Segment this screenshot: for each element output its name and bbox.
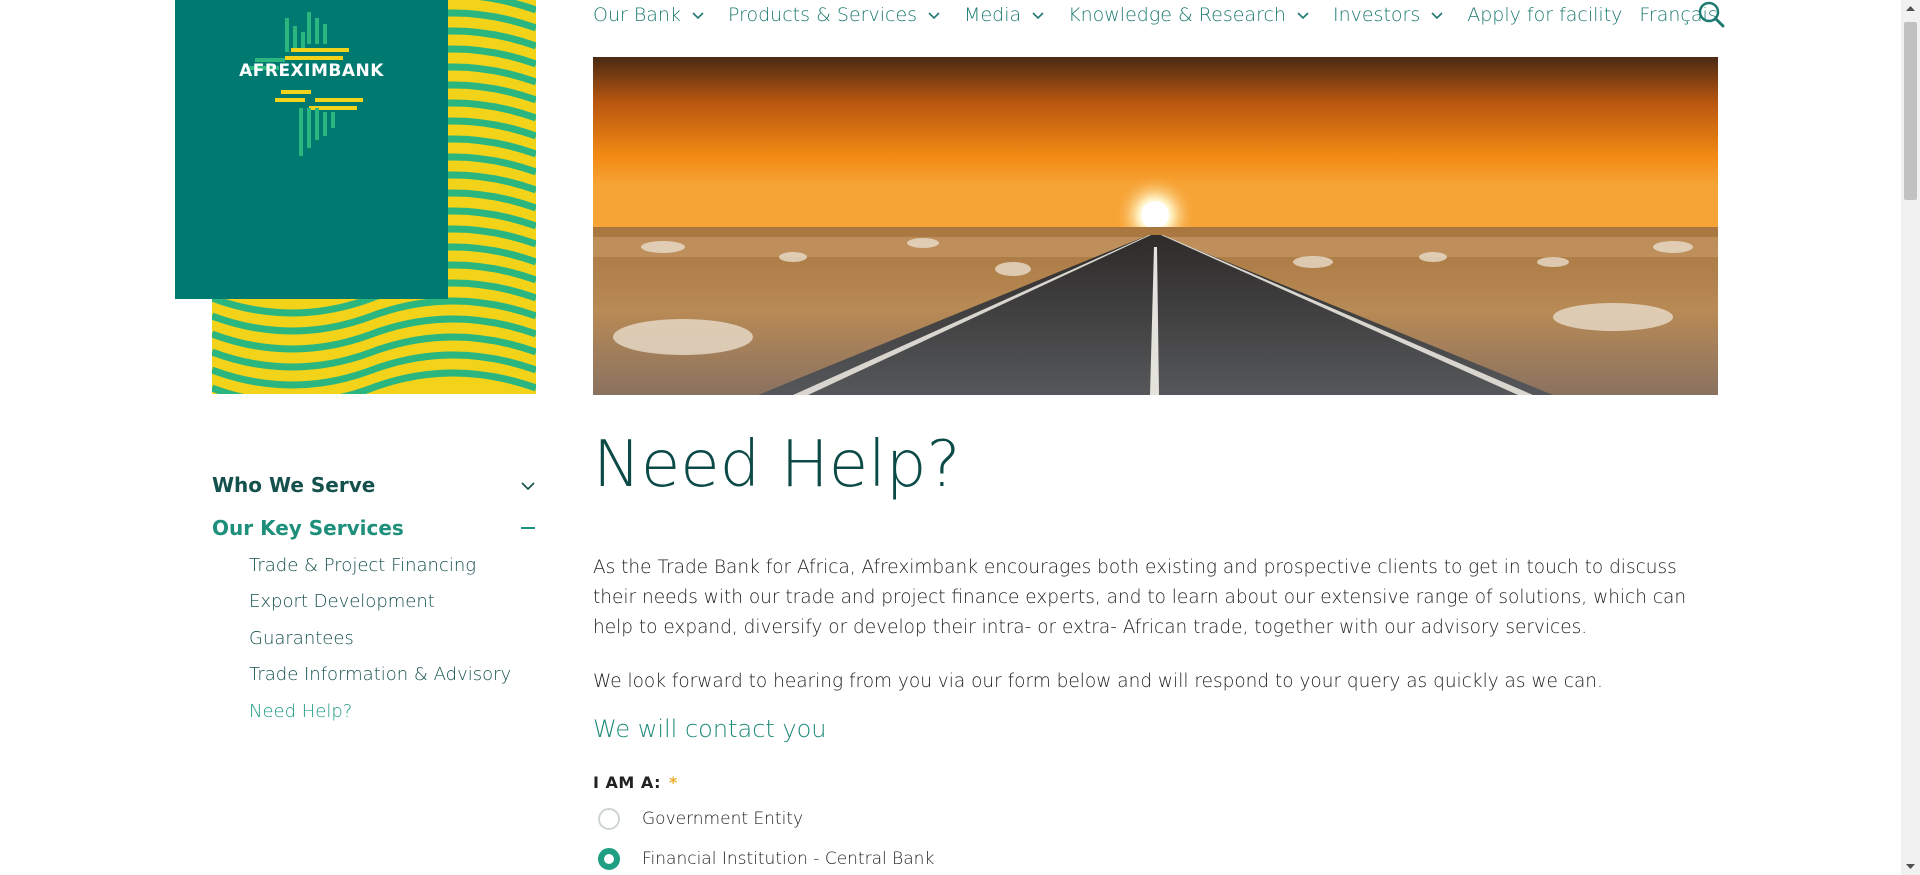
nav-products-services[interactable]: Products & Services [728, 4, 941, 26]
afreximbank-logo-icon [249, 12, 363, 156]
chevron-down-icon [1431, 12, 1443, 20]
nav-label: Products & Services [727, 4, 918, 26]
sidebar-item-trade-project-financing[interactable]: Trade & Project Financing [249, 551, 536, 587]
radio-button-checked[interactable] [598, 848, 620, 870]
radio-label: Government Entity [642, 809, 804, 829]
scrollbar-thumb[interactable] [1904, 22, 1917, 200]
radio-option-government-entity[interactable]: Government Entity [593, 806, 1723, 832]
radio-button[interactable] [598, 808, 620, 830]
sidebar-section-who-we-serve[interactable]: Who We Serve [212, 470, 536, 500]
search-icon[interactable] [1697, 0, 1725, 28]
sidebar-item-export-development[interactable]: Export Development [249, 587, 536, 623]
chevron-down-icon [1032, 12, 1044, 20]
main-content: Need Help? As the Trade Bank for Africa,… [593, 425, 1723, 872]
brand-logo-box[interactable]: AFREXIMBANK [175, 0, 448, 299]
brand-name: AFREXIMBANK [239, 61, 384, 81]
sidebar-item-need-help[interactable]: Need Help? [249, 697, 536, 733]
collapse-minus-icon [521, 527, 535, 529]
chevron-down-icon [1297, 12, 1309, 20]
required-marker: * [668, 773, 678, 792]
iam-label: I AM A: * [593, 773, 1723, 792]
nav-media[interactable]: Media [964, 4, 1045, 26]
desert-road-sunset-image [593, 57, 1718, 395]
sidebar-sub-list: Trade & Project Financing Export Develop… [212, 551, 536, 733]
intro-text: As the Trade Bank for Africa, Afreximban… [593, 553, 1718, 697]
nav-label: Investors [1332, 4, 1421, 26]
nav-our-bank[interactable]: Our Bank [593, 4, 705, 26]
sidebar-navigation: Who We Serve Our Key Services Trade & Pr… [212, 470, 536, 733]
nav-investors[interactable]: Investors [1333, 4, 1444, 26]
sidebar-item-trade-information-advisory[interactable]: Trade Information & Advisory [249, 660, 536, 696]
nav-label: Knowledge & Research [1068, 4, 1286, 26]
nav-label: Our Bank [593, 4, 681, 26]
hero-image [593, 57, 1718, 395]
page-scrollbar[interactable] [1901, 0, 1920, 875]
nav-knowledge-research[interactable]: Knowledge & Research [1068, 4, 1310, 26]
chevron-down-icon [521, 482, 535, 491]
radio-label: Financial Institution - Central Bank [642, 849, 935, 869]
sidebar-section-label: Our Key Services [212, 516, 404, 540]
intro-paragraph-2: We look forward to hearing from you via … [593, 671, 1603, 692]
radio-option-financial-institution-central-bank[interactable]: Financial Institution - Central Bank [593, 846, 1723, 872]
intro-paragraph-1: As the Trade Bank for Africa, Afreximban… [593, 557, 1687, 638]
scroll-up-arrow-icon[interactable] [1901, 0, 1920, 17]
chevron-down-icon [928, 12, 940, 20]
nav-apply-facility[interactable]: Apply for facility [1467, 4, 1622, 26]
scroll-down-arrow-icon[interactable] [1901, 858, 1920, 875]
iam-label-text: I AM A: [593, 773, 661, 792]
nav-label: Media [964, 4, 1022, 26]
top-navigation: Our Bank Products & Services Media Knowl… [593, 0, 1735, 30]
chevron-down-icon [692, 12, 704, 20]
sidebar-section-our-key-services[interactable]: Our Key Services [212, 513, 536, 543]
contact-heading: We will contact you [593, 715, 827, 743]
sidebar-section-label: Who We Serve [212, 473, 376, 497]
sidebar-item-guarantees[interactable]: Guarantees [249, 624, 536, 660]
nav-label: Apply for facility [1467, 4, 1623, 26]
page-title: Need Help? [593, 428, 961, 502]
